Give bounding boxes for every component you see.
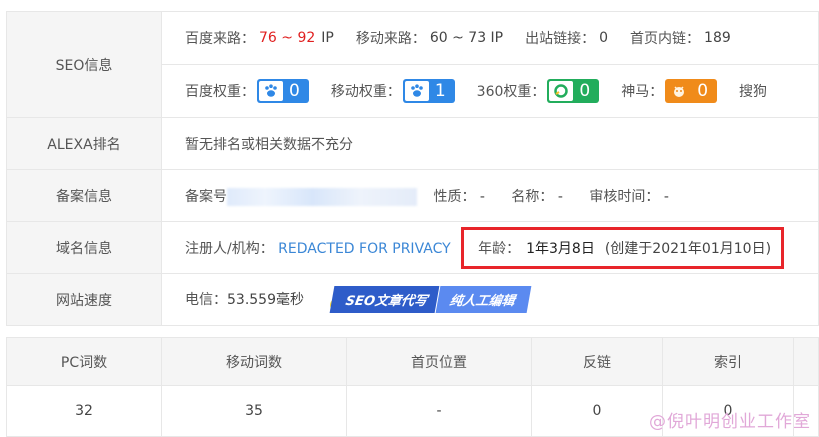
seo-info-row: SEO信息 百度来路： 76 ~ 92 IP 移动来路： 60 ~ 73 IP … [6, 11, 819, 118]
pc-words-value: 32 [6, 385, 162, 437]
shenma-badge[interactable]: 0 [665, 79, 718, 103]
icp-number-blurred [227, 187, 417, 206]
icp-name-value: - [557, 188, 563, 205]
telecom-value: 53.559毫秒 [227, 291, 304, 308]
internal-links-value: 189 [704, 30, 731, 46]
sogou-label: 搜狗 [739, 84, 768, 100]
seo-traffic-line: 百度来路： 76 ~ 92 IP 移动来路： 60 ~ 73 IP 出站链接： … [162, 13, 818, 65]
icp-nature-label: 性质： [433, 188, 476, 205]
mobile-weight-badge[interactable]: 1 [402, 79, 455, 103]
homepage-position-value: - [346, 385, 532, 437]
baidu-weight-badge[interactable]: 0 [257, 79, 309, 103]
watermark-text: @倪叶明创业工作室 [649, 412, 811, 432]
outbound-links-label: 出站链接： [525, 31, 596, 47]
extra-header [793, 337, 819, 386]
site-info-table: SEO信息 百度来路： 76 ~ 92 IP 移动来路： 60 ~ 73 IP … [6, 11, 819, 326]
domain-age-highlight: 年龄： 1年3月8日 (创建于2021年01月10日) [461, 226, 785, 269]
keyword-stats-header-row: PC词数 移动词数 首页位置 反链 索引 [6, 337, 819, 386]
promo-text-1: SEO文章代写 [330, 286, 441, 313]
alexa-label: ALEXA排名 [6, 117, 162, 170]
baidu-paw-icon [404, 81, 429, 101]
speed-label: 网站速度 [6, 273, 162, 326]
backlinks-value: 0 [531, 385, 663, 437]
index-header: 索引 [662, 337, 794, 386]
alexa-row: ALEXA排名 暂无排名或相关数据不充分 [6, 117, 819, 170]
360-logo-icon [549, 81, 574, 101]
baidu-weight-label: 百度权重： [185, 84, 255, 100]
promo-text-2: 纯人工编辑 [435, 286, 532, 313]
mobile-weight-value: 1 [434, 81, 446, 101]
seo-writing-promo-banner[interactable]: SEO文章代写 纯人工编辑 [330, 286, 532, 313]
baidu-source-label: 百度来路： [185, 31, 255, 47]
baidu-weight-value: 0 [289, 81, 300, 101]
domain-label: 域名信息 [6, 221, 162, 274]
homepage-position-header: 首页位置 [346, 337, 532, 386]
baidu-source-range: 76 ~ 92 [259, 30, 316, 46]
baidu-source-unit: IP [321, 30, 334, 46]
shenma-logo-icon [667, 81, 692, 101]
shenma-label: 神马： [621, 84, 664, 100]
pc-words-header: PC词数 [6, 337, 162, 386]
registrant-link[interactable]: REDACTED FOR PRIVACY [278, 241, 450, 257]
backlinks-header: 反链 [531, 337, 663, 386]
icp-name-label: 名称： [511, 188, 554, 205]
mobile-words-header: 移动词数 [161, 337, 347, 386]
icp-row: 备案信息 备案号 性质： - 名称： - 审核时间： - [6, 169, 819, 222]
seo-info-label: SEO信息 [6, 11, 162, 118]
internal-links-label: 首页内链： [630, 31, 701, 47]
mobile-source-value: 60 ~ 73 IP [429, 30, 504, 46]
icp-review-value: - [663, 188, 669, 205]
weight-360-value: 0 [579, 81, 591, 101]
alexa-value: 暂无排名或相关数据不充分 [185, 136, 353, 153]
weight-360-label: 360权重： [476, 84, 546, 100]
icp-number-label: 备案号 [185, 188, 227, 205]
mobile-source-label: 移动来路： [355, 31, 426, 47]
domain-row: 域名信息 注册人/机构： REDACTED FOR PRIVACY 年龄： 1年… [6, 221, 819, 274]
mobile-words-value: 35 [161, 385, 347, 437]
telecom-label: 电信： [185, 291, 227, 308]
domain-age-label: 年龄： [478, 240, 521, 257]
mobile-weight-label: 移动权重： [330, 84, 401, 100]
domain-age-value: 1年3月8日 [526, 240, 595, 257]
weight-360-badge[interactable]: 0 [547, 79, 600, 103]
icp-nature-value: - [479, 188, 485, 205]
outbound-links-value: 0 [599, 30, 609, 46]
speed-row: 网站速度 电信：53.559毫秒 SEO文章代写 纯人工编辑 [6, 273, 819, 326]
icp-review-label: 审核时间： [589, 188, 660, 205]
seo-weight-line: 百度权重： 0 移动权重： 1 360权重： 0 神马： 0 搜狗 [163, 65, 818, 117]
shenma-value: 0 [697, 81, 709, 101]
domain-created-note: (创建于2021年01月10日) [604, 240, 772, 257]
registrant-label: 注册人/机构： [185, 240, 274, 257]
baidu-paw-icon [259, 81, 283, 101]
icp-label: 备案信息 [6, 169, 162, 222]
